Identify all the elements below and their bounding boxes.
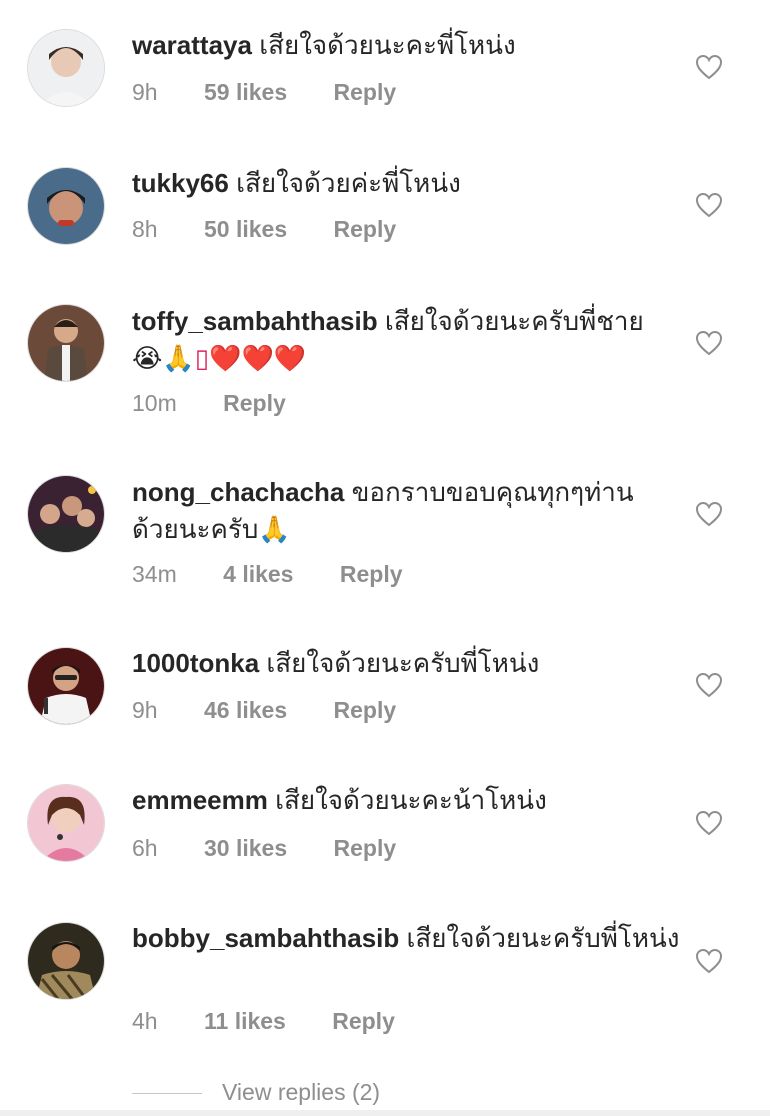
likes-count[interactable]: 59 likes xyxy=(204,79,287,105)
likes-count[interactable]: 46 likes xyxy=(204,697,287,723)
comment-meta: 10m Reply xyxy=(132,388,326,418)
comment-text: warattaya เสียใจด้วยนะคะพี่โหน่ง xyxy=(132,27,680,64)
comment-text: tukky66 เสียใจด้วยค่ะพี่โหน่ง xyxy=(132,165,680,202)
timestamp: 10m xyxy=(132,390,177,416)
comment-body: เสียใจด้วยนะคะพี่โหน่ง xyxy=(259,30,516,60)
timestamp: 9h xyxy=(132,79,158,105)
comment-text: emmeemm เสียใจด้วยนะคะน้าโหน่ง xyxy=(132,782,680,819)
comment-meta: 9h 59 likes Reply xyxy=(132,77,436,107)
heart-icon[interactable] xyxy=(695,330,723,356)
comment-body: เสียใจด้วยค่ะพี่โหน่ง xyxy=(236,168,461,198)
avatar[interactable] xyxy=(28,923,104,999)
reply-button[interactable]: Reply xyxy=(223,390,286,416)
comment-text: nong_chachacha ขอกราบขอบคุณทุกๆท่านด้วยน… xyxy=(132,474,680,548)
username[interactable]: bobby_sambahthasib xyxy=(132,923,399,953)
heart-icon[interactable] xyxy=(695,54,723,80)
heart-icon[interactable] xyxy=(695,672,723,698)
avatar[interactable] xyxy=(28,476,104,552)
timestamp: 9h xyxy=(132,697,158,723)
username[interactable]: warattaya xyxy=(132,30,252,60)
username[interactable]: tukky66 xyxy=(132,168,229,198)
comment-text: 1000tonka เสียใจด้วยนะครับพี่โหน่ง xyxy=(132,645,680,682)
heart-icon[interactable] xyxy=(695,501,723,527)
timestamp: 4h xyxy=(132,1008,158,1034)
avatar[interactable] xyxy=(28,785,104,861)
heart-icon[interactable] xyxy=(695,948,723,974)
username[interactable]: toffy_sambahthasib xyxy=(132,306,378,336)
avatar[interactable] xyxy=(28,30,104,106)
likes-count[interactable]: 4 likes xyxy=(223,561,293,587)
reply-button[interactable]: Reply xyxy=(334,697,397,723)
avatar[interactable] xyxy=(28,168,104,244)
timestamp: 34m xyxy=(132,561,177,587)
comment-meta: 8h 50 likes Reply xyxy=(132,214,436,244)
heart-icon[interactable] xyxy=(695,192,723,218)
reply-button[interactable]: Reply xyxy=(334,835,397,861)
comment-body: เสียใจด้วยนะครับพี่โหน่ง xyxy=(406,923,680,953)
comment-text: bobby_sambahthasib เสียใจด้วยนะครับพี่โห… xyxy=(132,920,680,957)
comment-body: เสียใจด้วยนะคะน้าโหน่ง xyxy=(275,785,547,815)
comment-meta: 6h 30 likes Reply xyxy=(132,833,436,863)
timestamp: 8h xyxy=(132,216,158,242)
heart-icon[interactable] xyxy=(695,810,723,836)
comment-body: เสียใจด้วยนะครับพี่โหน่ง xyxy=(266,648,540,678)
comment-meta: 34m 4 likes Reply xyxy=(132,559,443,589)
reply-button[interactable]: Reply xyxy=(340,561,403,587)
likes-count[interactable]: 11 likes xyxy=(204,1008,286,1034)
emoji-text: ▯❤️❤️❤️ xyxy=(194,344,307,374)
likes-count[interactable]: 30 likes xyxy=(204,835,287,861)
username[interactable]: 1000tonka xyxy=(132,648,259,678)
reply-button[interactable]: Reply xyxy=(334,216,397,242)
view-replies-button[interactable]: View replies (2) xyxy=(132,1077,380,1107)
comment-meta: 9h 46 likes Reply xyxy=(132,695,436,725)
comment-meta: 4h 11 likes Reply xyxy=(132,1006,435,1036)
timestamp: 6h xyxy=(132,835,158,861)
reply-button[interactable]: Reply xyxy=(334,79,397,105)
view-replies-label: View replies (2) xyxy=(222,1079,381,1105)
avatar[interactable] xyxy=(28,305,104,381)
divider-line xyxy=(132,1093,202,1095)
likes-count[interactable]: 50 likes xyxy=(204,216,287,242)
avatar[interactable] xyxy=(28,648,104,724)
username[interactable]: nong_chachacha xyxy=(132,477,344,507)
reply-button[interactable]: Reply xyxy=(332,1008,395,1034)
comment-text: toffy_sambahthasib เสียใจด้วยนะครับพี่ชา… xyxy=(132,303,680,378)
bottom-divider xyxy=(0,1110,770,1116)
username[interactable]: emmeemm xyxy=(132,785,268,815)
